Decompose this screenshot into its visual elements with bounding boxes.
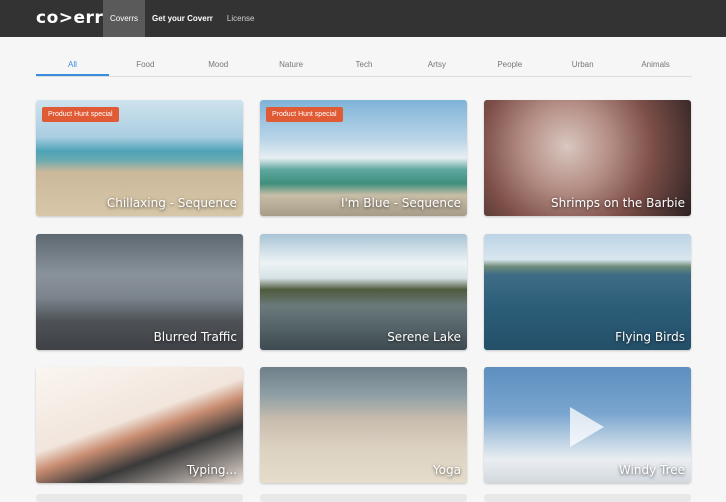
video-card[interactable]: Flying Birds (484, 234, 691, 350)
video-title: Chillaxing - Sequence (106, 196, 237, 210)
video-title: Typing... (186, 463, 237, 477)
main-nav: Coverrs Get your Coverr License (103, 0, 262, 37)
tab-animals[interactable]: Animals (619, 54, 692, 76)
video-title: Blurred Traffic (153, 330, 237, 344)
nav-license[interactable]: License (220, 0, 262, 37)
video-card-partial[interactable] (484, 494, 691, 502)
video-card[interactable]: Typing... (36, 367, 243, 483)
tab-mood[interactable]: Mood (182, 54, 255, 76)
tab-urban[interactable]: Urban (546, 54, 619, 76)
nav-coverrs[interactable]: Coverrs (103, 0, 146, 37)
video-title: Flying Birds (615, 330, 685, 344)
tab-people[interactable]: People (473, 54, 546, 76)
video-card[interactable]: Blurred Traffic (36, 234, 243, 350)
video-title: Serene Lake (387, 330, 461, 344)
top-navbar: co>err Coverrs Get your Coverr License (0, 0, 726, 37)
tab-tech[interactable]: Tech (328, 54, 401, 76)
video-card[interactable]: Windy Tree (484, 367, 691, 483)
video-title: I'm Blue - Sequence (340, 196, 461, 210)
tab-food[interactable]: Food (109, 54, 182, 76)
video-title: Windy Tree (618, 463, 685, 477)
video-card[interactable]: Yoga (260, 367, 467, 483)
video-title: Shrimps on the Barbie (551, 196, 685, 210)
video-card[interactable]: Product Hunt special I'm Blue - Sequence (260, 100, 467, 216)
nav-get-your-coverr[interactable]: Get your Coverr (145, 0, 220, 37)
coverr-logo[interactable]: co>err (36, 8, 103, 28)
video-card[interactable]: Serene Lake (260, 234, 467, 350)
tab-nature[interactable]: Nature (255, 54, 328, 76)
tab-artsy[interactable]: Artsy (400, 54, 473, 76)
video-title: Yoga (432, 463, 461, 477)
product-hunt-badge: Product Hunt special (266, 107, 343, 122)
video-card[interactable]: Product Hunt special Chillaxing - Sequen… (36, 100, 243, 216)
product-hunt-badge: Product Hunt special (42, 107, 119, 122)
video-card-partial[interactable] (36, 494, 243, 502)
video-card[interactable]: Shrimps on the Barbie (484, 100, 691, 216)
play-icon[interactable] (570, 407, 604, 447)
category-tabs: All Food Mood Nature Tech Artsy People U… (36, 54, 692, 77)
video-card-partial[interactable] (260, 494, 467, 502)
tab-all[interactable]: All (36, 54, 109, 76)
